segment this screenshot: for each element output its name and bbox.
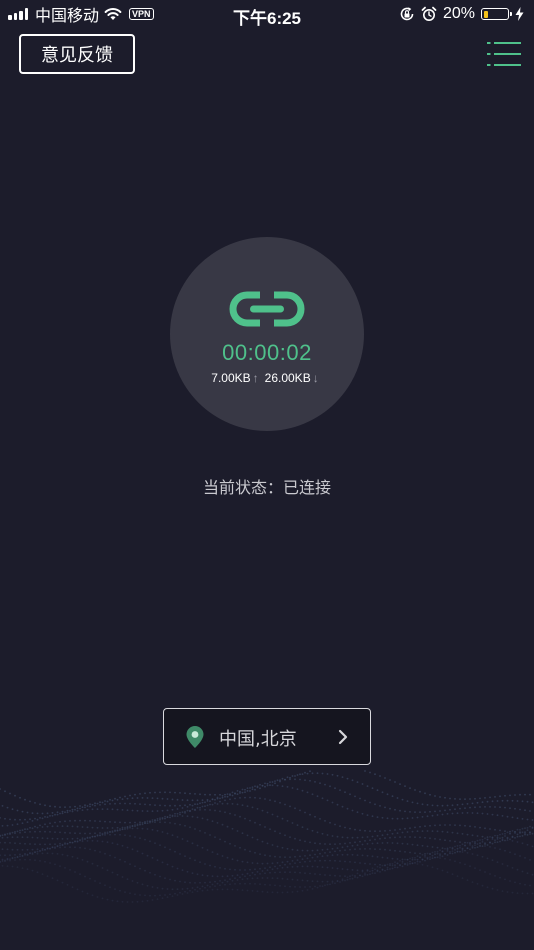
connect-toggle-circle[interactable]: 00:00:02 7.00KB ↑ 26.00KB ↓ bbox=[170, 237, 364, 431]
status-bar-right: 20% bbox=[399, 4, 524, 24]
map-pin-icon bbox=[186, 726, 204, 748]
feedback-button[interactable]: 意见反馈 bbox=[19, 34, 135, 74]
charging-icon bbox=[515, 7, 524, 21]
battery-tip bbox=[510, 12, 512, 16]
orientation-lock-icon bbox=[400, 7, 414, 21]
status-bar: 中国移动 VPN 下午6:25 20% bbox=[0, 0, 534, 28]
connection-status: 当前状态：已连接 bbox=[202, 478, 331, 497]
alarm-icon bbox=[421, 6, 437, 21]
vpn-home-screen: 中国移动 VPN 下午6:25 20% 意见反馈 00:00:02 7.00KB… bbox=[0, 0, 534, 950]
chevron-right-icon bbox=[338, 729, 348, 745]
link-icon bbox=[229, 291, 305, 327]
decorative-wave bbox=[0, 770, 534, 903]
location-label: 中国,北京 bbox=[219, 729, 297, 750]
battery-icon bbox=[481, 8, 512, 20]
location-selector[interactable]: 中国,北京 bbox=[163, 708, 371, 765]
upload-arrow-icon: ↑ bbox=[252, 371, 259, 385]
traffic-stats: 7.00KB ↑ 26.00KB ↓ bbox=[170, 371, 364, 385]
battery-percent: 20% bbox=[442, 5, 475, 22]
download-amount: 26.00KB bbox=[264, 371, 311, 385]
download-arrow-icon: ↓ bbox=[312, 371, 319, 385]
upload-amount: 7.00KB bbox=[211, 371, 251, 385]
battery-level bbox=[483, 10, 488, 18]
connection-timer: 00:00:02 bbox=[222, 340, 312, 365]
list-menu-icon[interactable] bbox=[487, 40, 521, 68]
